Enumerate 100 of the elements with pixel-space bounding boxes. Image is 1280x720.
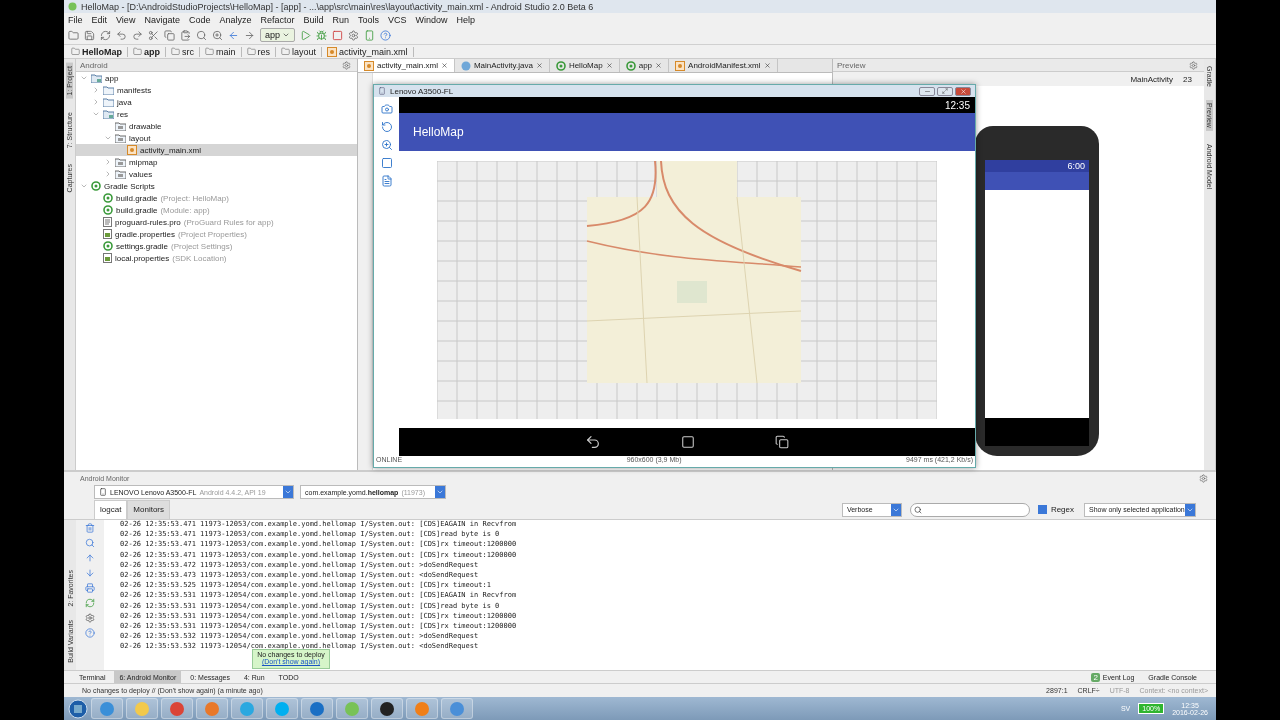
back-icon: [585, 434, 601, 450]
xml-file-icon: [127, 145, 137, 155]
save-icon[interactable]: [84, 29, 95, 41]
tree-item[interactable]: build.gradle (Module: app): [76, 204, 357, 216]
menu-item[interactable]: Run: [332, 14, 349, 25]
zoom-icon[interactable]: [212, 29, 223, 41]
rotate-icon: [380, 121, 393, 133]
redo-icon[interactable]: [132, 29, 143, 41]
device-icon: [364, 29, 376, 41]
maximize-icon: [942, 88, 948, 94]
close-icon: [535, 62, 543, 69]
breadcrumb[interactable]: layout: [278, 46, 323, 57]
copy-icon[interactable]: [164, 29, 175, 41]
settings-icon[interactable]: [85, 613, 95, 623]
device-time: 12:35: [944, 99, 970, 111]
tree-item[interactable]: build.gradle (Project: HelloMap): [76, 192, 357, 204]
search-field[interactable]: [909, 502, 1030, 517]
breadcrumb[interactable]: activity_main.xml: [324, 46, 414, 57]
back-icon[interactable]: [228, 29, 239, 41]
menu-item[interactable]: Edit: [91, 14, 108, 25]
caret-icon: [284, 488, 292, 496]
close-icon: [959, 87, 967, 95]
editor-tab[interactable]: activity_main.xml: [358, 59, 455, 72]
close-icon: [440, 62, 448, 69]
menu-item[interactable]: Help: [456, 14, 476, 25]
activity-selector[interactable]: MainActivity: [1130, 74, 1174, 84]
breadcrumb[interactable]: app: [130, 46, 167, 57]
editor-tab[interactable]: app: [619, 59, 670, 72]
menu-item[interactable]: VCS: [388, 14, 407, 25]
run-icon: [300, 29, 312, 41]
printer-icon[interactable]: [85, 583, 95, 593]
monitor-tab[interactable]: logcat: [94, 499, 128, 520]
menu-item[interactable]: Analyze: [219, 14, 252, 25]
tree-item[interactable]: Gradle Scripts: [76, 180, 357, 192]
menu-item[interactable]: File: [68, 14, 83, 25]
tree-item[interactable]: res: [76, 108, 357, 120]
folder-icon: [115, 121, 126, 131]
tree-item[interactable]: mipmap: [76, 156, 357, 168]
undo-icon[interactable]: [116, 29, 127, 41]
gradle-icon: [625, 60, 636, 71]
search-icon[interactable]: [85, 538, 95, 548]
tree-item[interactable]: drawable: [76, 120, 357, 132]
menu-item[interactable]: Build: [303, 14, 324, 25]
monitor-tab[interactable]: Monitors: [127, 499, 171, 520]
menu-item[interactable]: Tools: [358, 14, 380, 25]
caret-icon: [436, 488, 444, 496]
properties-file-icon: [103, 253, 112, 263]
tree-item[interactable]: app: [76, 72, 357, 84]
paste-icon[interactable]: [180, 29, 191, 41]
settings-icon: [348, 29, 360, 41]
search-icon[interactable]: [196, 29, 207, 41]
breadcrumb[interactable]: main: [202, 46, 242, 57]
xml-file-icon: [327, 46, 338, 57]
editor-tab[interactable]: AndroidManifest.xml: [669, 59, 778, 72]
start-button[interactable]: [68, 698, 88, 719]
tree-item[interactable]: local.properties (SDK Location): [76, 252, 357, 264]
document-icon: [380, 175, 393, 187]
up-arrow-icon[interactable]: [85, 553, 95, 563]
panel-title: Preview: [837, 60, 866, 70]
menu-item[interactable]: Navigate: [144, 14, 180, 25]
sync-icon[interactable]: [100, 29, 111, 41]
breadcrumb[interactable]: HelloMap: [68, 46, 128, 57]
view-selector[interactable]: Android: [80, 60, 108, 70]
tree-item[interactable]: layout: [76, 132, 357, 144]
breadcrumb[interactable]: src: [168, 46, 201, 57]
regex-checkbox[interactable]: [1037, 505, 1047, 514]
trash-icon[interactable]: [85, 523, 95, 533]
tree-item[interactable]: settings.gradle (Project Settings): [76, 240, 357, 252]
tree-item[interactable]: gradle.properties (Project Properties): [76, 228, 357, 240]
tree-item[interactable]: manifests: [76, 84, 357, 96]
breadcrumb[interactable]: res: [243, 46, 277, 57]
run-configuration-dropdown[interactable]: app: [260, 28, 296, 42]
stop-icon: [332, 29, 344, 41]
menu-item[interactable]: Refactor: [260, 14, 295, 25]
tree-item[interactable]: activity_main.xml: [76, 144, 357, 156]
window-title: HelloMap - [D:\AndroidStudioProjects\HelloMap] - [app] - ...\app\src\main\res\layout\activity_main.xml - Android Studio 2.0 Beta 6: [81, 1, 594, 12]
cut-icon[interactable]: [148, 29, 159, 41]
editor-tab[interactable]: MainActivity.java: [454, 59, 550, 72]
menu-item[interactable]: Code: [188, 14, 211, 25]
tree-item[interactable]: java: [76, 96, 357, 108]
close-icon: [605, 62, 613, 69]
maximize-button[interactable]: [937, 86, 953, 96]
down-arrow-icon[interactable]: [85, 568, 95, 578]
minimize-button[interactable]: [919, 86, 935, 96]
forward-icon[interactable]: [244, 29, 255, 41]
editor-tab[interactable]: HelloMap: [549, 59, 620, 72]
tree-item[interactable]: values: [76, 168, 357, 180]
api-level-selector[interactable]: 23: [1183, 74, 1192, 84]
recents-icon: [775, 435, 789, 449]
close-button[interactable]: [955, 86, 971, 96]
tree-item[interactable]: proguard-rules.pro (ProGuard Rules for app): [76, 216, 357, 228]
menu-item[interactable]: View: [116, 14, 136, 25]
taskbar-button[interactable]: [371, 698, 403, 719]
app-title: HelloMap: [413, 125, 464, 139]
properties-file-icon: [103, 229, 112, 239]
folder-icon[interactable]: [68, 29, 79, 41]
menu-item[interactable]: Window: [415, 14, 448, 25]
help-icon[interactable]: [85, 628, 95, 638]
restart-icon[interactable]: [85, 598, 95, 608]
xml-file-icon: [364, 60, 374, 71]
